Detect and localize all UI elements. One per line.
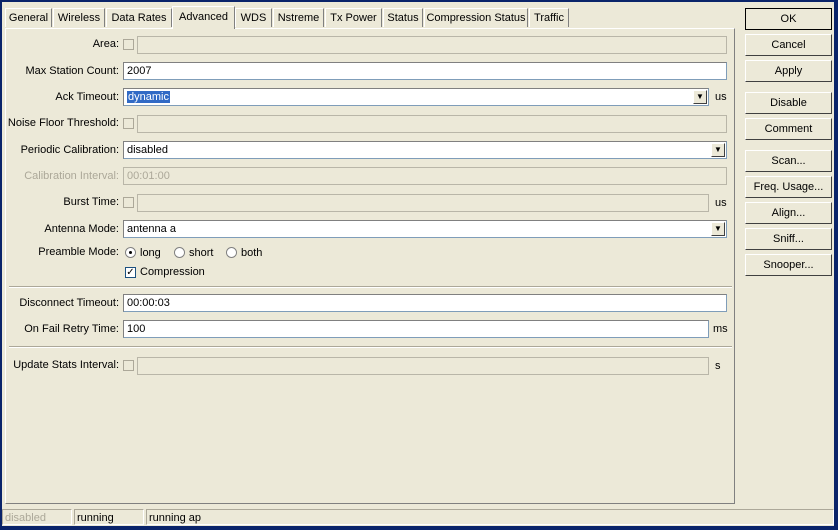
noise-floor-checkbox[interactable] [123, 118, 134, 129]
preamble-mode-label: Preamble Mode: [38, 246, 119, 258]
ack-timeout-label: Ack Timeout: [55, 91, 119, 103]
tab-data-rates[interactable]: Data Rates [106, 8, 172, 27]
ack-timeout-select[interactable]: dynamic ▼ [123, 88, 709, 106]
area-label: Area: [92, 38, 119, 50]
disable-button[interactable]: Disable [745, 92, 832, 114]
update-stats-interval-unit: s [715, 360, 721, 372]
periodic-calibration-select[interactable]: disabled ▼ [123, 141, 727, 159]
tab-wireless[interactable]: Wireless [53, 8, 105, 27]
preamble-both-label: both [241, 247, 263, 259]
preamble-long-radio[interactable] [125, 247, 136, 258]
ack-timeout-value: dynamic [127, 91, 170, 103]
align-button[interactable]: Align... [745, 202, 832, 224]
max-station-count-field[interactable]: 2007 [123, 62, 727, 80]
preamble-short-radio[interactable] [174, 247, 185, 258]
periodic-calibration-label: Periodic Calibration: [20, 144, 119, 156]
status-running: running [74, 509, 144, 525]
calibration-interval-label: Calibration Interval: [24, 170, 119, 182]
separator [9, 346, 732, 348]
status-mode: running ap [146, 509, 834, 525]
cancel-button[interactable]: Cancel [745, 34, 832, 56]
antenna-mode-label: Antenna Mode: [44, 223, 119, 235]
preamble-short-label: short [189, 247, 214, 259]
on-fail-retry-time-label: On Fail Retry Time: [24, 323, 119, 335]
status-enabled: disabled [2, 509, 72, 525]
sniff-button[interactable]: Sniff... [745, 228, 832, 250]
tab-compression-status[interactable]: Compression Status [424, 8, 528, 27]
snooper-button[interactable]: Snooper... [745, 254, 832, 276]
on-fail-retry-time-unit: ms [713, 323, 728, 335]
update-stats-interval-checkbox[interactable] [123, 360, 134, 371]
tab-status[interactable]: Status [383, 8, 423, 27]
ack-timeout-unit: us [715, 91, 727, 103]
chevron-down-icon[interactable]: ▼ [693, 90, 707, 104]
tab-wds[interactable]: WDS [235, 8, 272, 27]
max-station-count-label: Max Station Count: [25, 65, 119, 77]
apply-button[interactable]: Apply [745, 60, 832, 82]
area-field[interactable] [137, 36, 727, 54]
disconnect-timeout-label: Disconnect Timeout: [19, 297, 119, 309]
noise-floor-label: Noise Floor Threshold: [7, 117, 119, 129]
preamble-both-radio[interactable] [226, 247, 237, 258]
update-stats-interval-field[interactable] [137, 357, 709, 375]
update-stats-interval-label: Update Stats Interval: [13, 359, 119, 371]
tab-advanced[interactable]: Advanced [172, 6, 235, 29]
burst-time-label: Burst Time: [63, 196, 119, 208]
antenna-mode-select[interactable]: antenna a ▼ [123, 220, 727, 238]
comment-button[interactable]: Comment [745, 118, 832, 140]
chevron-down-icon[interactable]: ▼ [711, 143, 725, 157]
chevron-down-icon[interactable]: ▼ [711, 222, 725, 236]
antenna-mode-value: antenna a [127, 223, 176, 235]
area-checkbox[interactable] [123, 39, 134, 50]
burst-time-checkbox[interactable] [123, 197, 134, 208]
ok-button[interactable]: OK [745, 8, 832, 30]
tab-nstreme[interactable]: Nstreme [273, 8, 324, 27]
scan-button[interactable]: Scan... [745, 150, 832, 172]
compression-checkbox[interactable]: ✓ [125, 267, 136, 278]
preamble-long-label: long [140, 247, 161, 259]
compression-label: Compression [140, 266, 205, 278]
tab-traffic[interactable]: Traffic [529, 8, 569, 27]
freq-usage-button[interactable]: Freq. Usage... [745, 176, 832, 198]
noise-floor-field[interactable] [137, 115, 727, 133]
burst-time-field[interactable] [137, 194, 709, 212]
advanced-panel: Area: Max Station Count: 2007 Ack Timeou… [5, 28, 735, 504]
window: General Wireless Data Rates Advanced WDS… [2, 2, 834, 526]
burst-time-unit: us [715, 197, 727, 209]
on-fail-retry-time-field[interactable]: 100 [123, 320, 709, 338]
tab-tx-power[interactable]: Tx Power [325, 8, 382, 27]
periodic-calibration-value: disabled [127, 144, 168, 156]
status-bar: disabled running running ap [2, 508, 834, 526]
calibration-interval-field: 00:01:00 [123, 167, 727, 185]
separator [9, 286, 732, 288]
tab-general[interactable]: General [5, 8, 52, 27]
disconnect-timeout-field[interactable]: 00:00:03 [123, 294, 727, 312]
